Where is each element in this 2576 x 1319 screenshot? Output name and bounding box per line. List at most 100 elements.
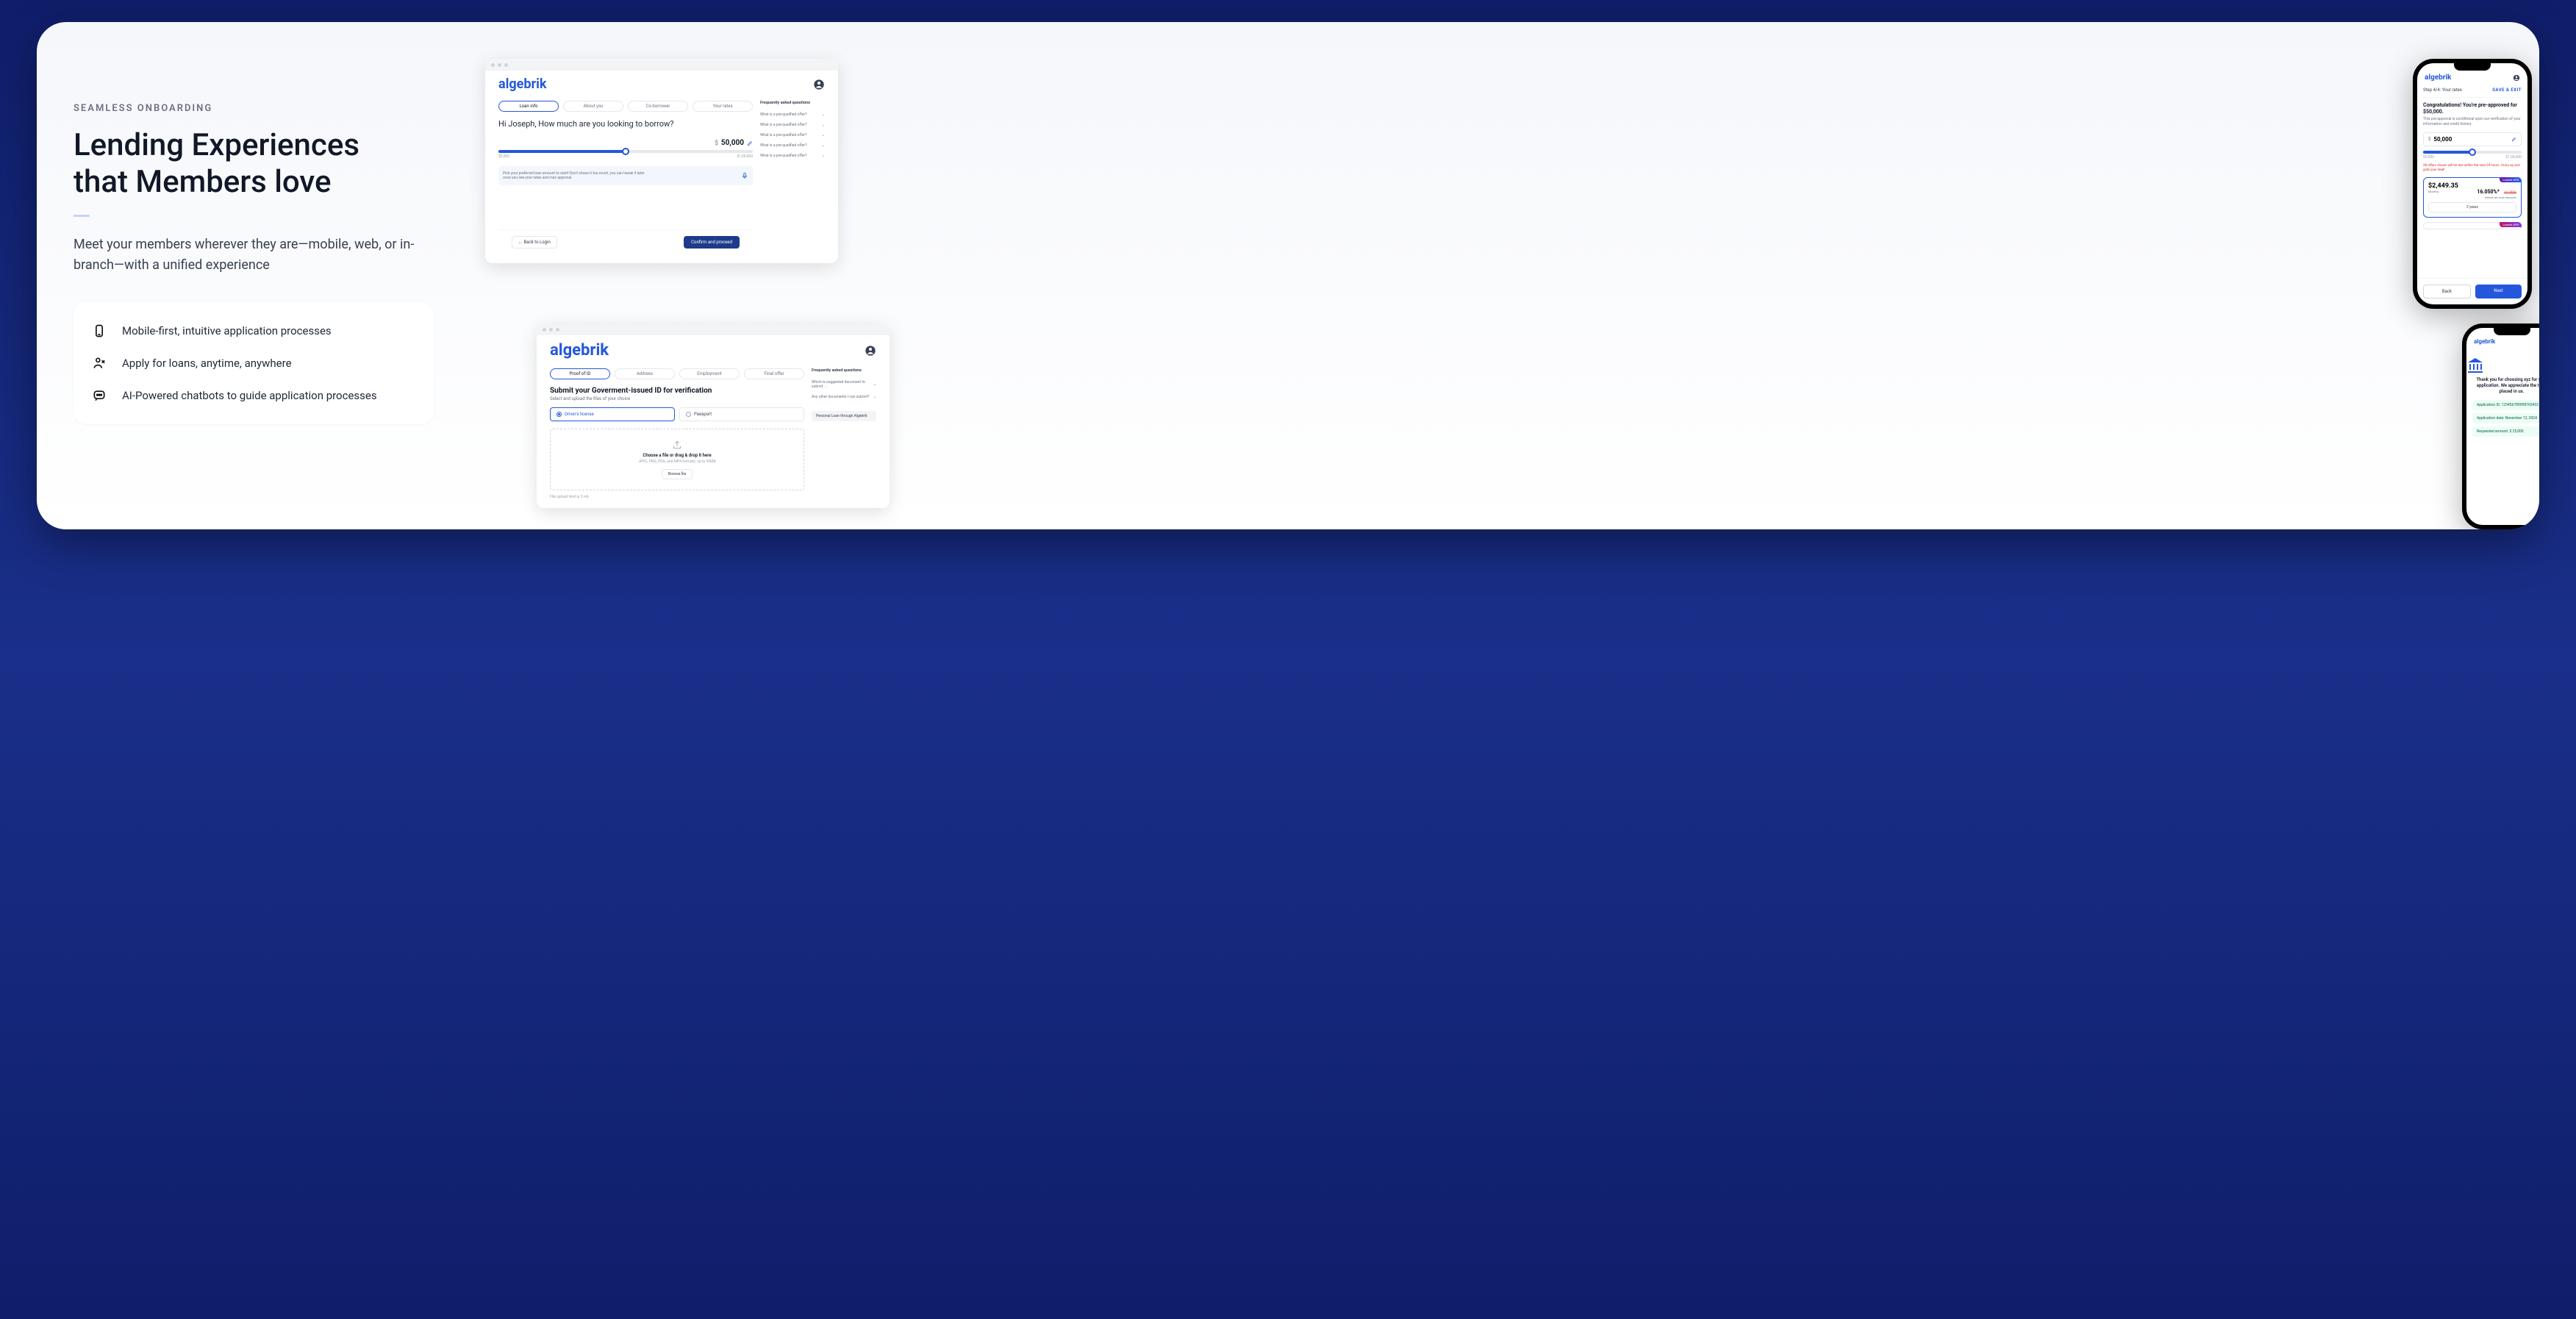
next-button[interactable]: Next: [2475, 285, 2522, 299]
subhead: Meet your members wherever they are—mobi…: [74, 235, 426, 276]
profile-icon[interactable]: [813, 79, 825, 90]
feature-label: Apply for loans, anytime, anywhere: [122, 357, 292, 370]
feature-item: AI-Powered chatbots to guide application…: [91, 387, 416, 404]
faq-item[interactable]: Which is suggested document to submit →⌄: [812, 377, 876, 392]
bank-icon: [2466, 357, 2539, 374]
stepper: Loan info About you Co-borrower Your rat…: [498, 101, 753, 112]
stepper: Proof of ID Address Employment Final off…: [550, 368, 804, 379]
save-exit-button[interactable]: SAVE & EXIT: [2492, 87, 2522, 93]
badge: Lowest APR: [2500, 222, 2522, 227]
upload-limit: File upload limit is 5 mb: [550, 495, 804, 499]
faq-item[interactable]: What is a pre-qualified offer?⌄: [760, 120, 825, 130]
back-button[interactable]: Back: [2423, 285, 2471, 299]
phone-icon: [91, 323, 107, 339]
loan-question: Hi Joseph, How much are you looking to b…: [498, 119, 753, 129]
congrats-text: Congratulations! You're pre-approved for…: [2423, 102, 2522, 115]
file-dropzone[interactable]: Choose a file or drag & drop it here JPE…: [550, 429, 804, 490]
edit-icon: [2511, 137, 2516, 142]
confirm-proceed-button[interactable]: Confirm and proceed: [684, 236, 740, 249]
step-your-rates[interactable]: Your rates: [693, 101, 753, 112]
monthly-label: Monthly: [2428, 190, 2458, 193]
faq-heading: Frequently asked questions: [812, 368, 876, 373]
slider-min: $5,000: [498, 154, 509, 159]
browse-file-button[interactable]: Browse file: [662, 469, 693, 479]
product-chip: Personal Loan through Algebrik: [812, 411, 876, 421]
offer-card[interactable]: Lowest APR $2,449.35 Monthly 16.050%* 14…: [2423, 177, 2522, 218]
feature-item: Apply for loans, anytime, anywhere: [91, 355, 416, 371]
step-employment[interactable]: Employment: [679, 368, 740, 379]
brand-logo: algebrik: [2474, 338, 2495, 345]
amount-slider[interactable]: $5,000 $1,00,000: [498, 150, 753, 159]
slider-min: $5,000: [2423, 155, 2434, 160]
rates-phone-mockup: algebrik Step 4/4: Your rates SAVE & EXI…: [2413, 59, 2532, 309]
marketing-card: SEAMLESS ONBOARDING Lending Experiences …: [37, 22, 2539, 529]
passport-option[interactable]: Passport: [679, 407, 804, 421]
urgency-note: All offers shown will be due within the …: [2423, 164, 2522, 173]
dropzone-sub: JPEG, PNG, PDG, and MP4 formats, up to 5…: [558, 460, 796, 464]
lowest-apr-badge: Lowest APR: [2500, 177, 2522, 182]
step-indicator: Step 4/4: Your rates: [2423, 87, 2462, 93]
slider-max: $1,00,000: [737, 154, 753, 159]
mic-icon[interactable]: [741, 171, 748, 181]
faq-item[interactable]: What is a pre-qualified offer?⌄: [760, 151, 825, 161]
brand-logo: algebrik: [2425, 74, 2451, 82]
feature-item: Mobile-first, intuitive application proc…: [91, 323, 416, 339]
faq-item[interactable]: Any other documents I can submit?⌄: [812, 392, 876, 402]
amount-input[interactable]: $ 50,000: [2423, 132, 2522, 146]
apr-value: 16.050%*: [2477, 189, 2499, 195]
faq-item[interactable]: What is a pre-qualified offer?⌄: [760, 110, 825, 120]
drivers-license-option[interactable]: Driver's license: [550, 407, 675, 421]
chatbot-icon: [91, 387, 107, 404]
faq-item[interactable]: What is a pre-qualified offer?⌄: [760, 140, 825, 151]
application-date-chip: Application date: November 12, 2024: [2472, 413, 2539, 423]
feature-label: Mobile-first, intuitive application proc…: [122, 324, 332, 337]
headline-line1: Lending Experiences: [74, 127, 359, 163]
upload-sub: Select and upload the files of your choi…: [550, 396, 804, 401]
slider-max: $1,00,000: [2505, 155, 2522, 160]
loan-amount-window: algebrik Loan info About you Co-borrower…: [485, 59, 838, 263]
faq-heading: Frequently asked questions: [760, 101, 825, 105]
application-id-chip: Application ID: 123456789098765432: [2472, 400, 2539, 410]
back-to-login-button[interactable]: ← Back to Login: [512, 236, 557, 249]
amount-value: 50,000: [721, 139, 744, 147]
headline-line2: that Members love: [74, 164, 332, 200]
mockups-area: algebrik Loan info About you Co-borrower…: [485, 59, 2502, 493]
faq-item[interactable]: What is a pre-qualified offer?⌄: [760, 130, 825, 140]
radio-icon: [686, 412, 691, 417]
left-column: SEAMLESS ONBOARDING Lending Experiences …: [74, 59, 456, 493]
person-icon: [91, 355, 107, 371]
congrats-sub: This pre-approval is conditional upon ou…: [2423, 117, 2522, 126]
step-proof-id[interactable]: Proof of ID: [550, 368, 610, 379]
edit-icon[interactable]: [747, 140, 753, 146]
confirmation-phone-mockup: algebrik Thank you for choosing xyz for …: [2462, 324, 2539, 529]
term-selector[interactable]: 2 years: [2428, 202, 2516, 212]
divider: [74, 215, 90, 217]
amount-slider[interactable]: $5,000 $1,00,000: [2423, 151, 2522, 160]
apr-sub: Interest rate w/all discounts: [2477, 196, 2516, 199]
apr-strike: 14.300%: [2504, 191, 2516, 195]
step-loan-info[interactable]: Loan info: [498, 101, 559, 112]
feature-label: AI-Powered chatbots to guide application…: [122, 389, 377, 402]
window-chrome: [485, 59, 838, 71]
step-final-offer[interactable]: Final offer: [744, 368, 804, 379]
step-address[interactable]: Address: [615, 368, 675, 379]
headline: Lending Experiences that Members love: [74, 127, 456, 201]
id-upload-window: algebrik Proof of ID Address Employment …: [537, 324, 890, 508]
feature-list: Mobile-first, intuitive application proc…: [74, 302, 434, 424]
offer-card-preview: Lowest APR: [2423, 222, 2522, 229]
requested-amount-chip: Requested amount: $ 25,000: [2472, 426, 2539, 437]
thank-you-text: Thank you for choosing xyz for your appl…: [2466, 374, 2539, 397]
dropzone-title: Choose a file or drag & drop it here: [558, 453, 796, 458]
profile-icon[interactable]: [865, 345, 876, 357]
window-chrome: [537, 324, 890, 335]
upload-title: Submit your Goverment-issued ID for veri…: [550, 387, 804, 395]
brand-logo: algebrik: [550, 341, 609, 360]
radio-icon: [557, 412, 562, 417]
step-about-you[interactable]: About you: [563, 101, 623, 112]
monthly-amount: $2,449.35: [2428, 182, 2458, 190]
hint-text: Pick your preferred loan amount to start…: [503, 171, 650, 181]
step-co-borrower[interactable]: Co-borrower: [628, 101, 688, 112]
profile-icon[interactable]: [2513, 74, 2520, 82]
brand-logo: algebrik: [498, 76, 547, 92]
currency-symbol: $: [715, 140, 718, 146]
